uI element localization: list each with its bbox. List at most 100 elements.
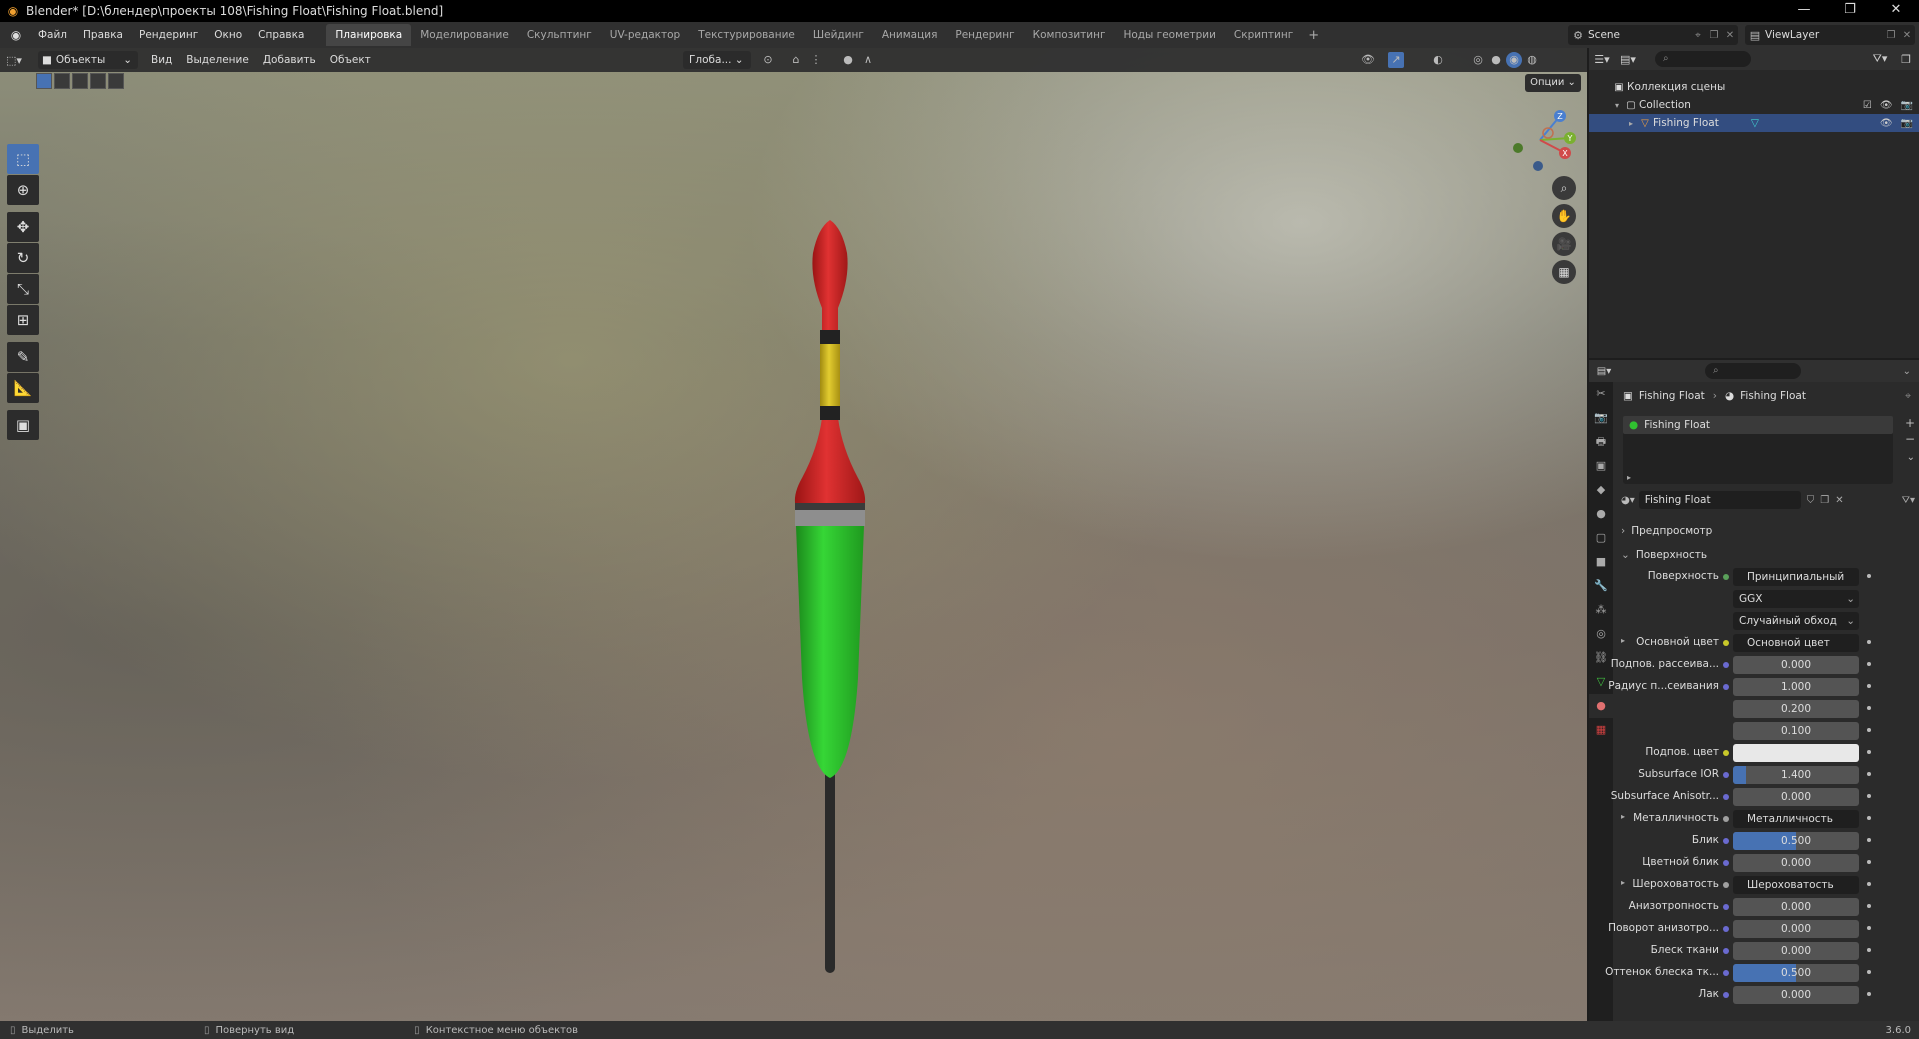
snap-target-icon[interactable]: ⋮ [808,52,824,68]
output-tab-icon[interactable]: 🖶 [1589,430,1613,454]
snap-icon[interactable]: ⌂ [788,52,804,68]
tab-rendering[interactable]: Рендеринг [946,24,1023,46]
camera-icon[interactable]: 📷 [1901,118,1913,129]
scene-selector[interactable]: ⚙ Scene ⌖ ❐ ✕ [1568,25,1738,45]
tab-geometry-nodes[interactable]: Ноды геометрии [1114,24,1224,46]
socket-icon[interactable] [1723,640,1729,646]
texture-tab-icon[interactable]: ▦ [1589,718,1613,742]
property-field[interactable]: 0.100 [1733,722,1859,740]
cursor-tool[interactable]: ⊕ [7,175,39,205]
browse-material-icon[interactable]: ◕▾ [1621,495,1635,506]
outliner-row-scene-collection[interactable]: ▣ Коллекция сцены [1589,78,1919,96]
pivot-icon[interactable]: ⊙ [760,52,776,68]
menu-object[interactable]: Объект [323,54,378,66]
outliner-row-fishing-float[interactable]: ▸ ▽ Fishing Float ▽ 👁 📷 [1589,114,1919,132]
property-field[interactable]: 1.400 [1733,766,1859,784]
filter-icon[interactable]: ⛛▾ [1867,52,1893,66]
color-swatch[interactable] [1733,744,1859,762]
minimize-button[interactable]: — [1781,0,1827,22]
keyframe-dot-icon[interactable] [1867,926,1871,930]
measure-tool[interactable]: 📐 [7,373,39,403]
menu-file[interactable]: Файл [30,24,75,46]
3d-viewport[interactable]: ⬚▾ ■ Объекты ⌄ Вид Выделение Добавить Об… [0,48,1587,1021]
tab-texture-paint[interactable]: Текстурирование [689,24,804,46]
remove-slot-icon[interactable]: − [1905,432,1915,446]
socket-icon[interactable] [1723,772,1729,778]
keyframe-dot-icon[interactable] [1867,992,1871,996]
transform-orientation-selector[interactable]: Глоба... ⌄ [683,51,751,69]
eye-icon[interactable]: 👁 [1880,100,1893,111]
menu-window[interactable]: Окно [206,24,250,46]
socket-icon[interactable] [1723,970,1729,976]
menu-select[interactable]: Выделение [179,54,256,66]
keyframe-dot-icon[interactable] [1867,684,1871,688]
property-field[interactable]: 0.000 [1733,942,1859,960]
checkbox-icon[interactable]: ☑ [1863,100,1872,111]
socket-icon[interactable] [1723,860,1729,866]
keyframe-dot-icon[interactable] [1867,706,1871,710]
socket-icon[interactable] [1723,904,1729,910]
transform-tool[interactable]: ⊞ [7,305,39,335]
keyframe-dot-icon[interactable] [1867,772,1871,776]
keyframe-dot-icon[interactable] [1867,882,1871,886]
duplicate-material-icon[interactable]: ❐ [1820,495,1829,506]
expand-arrow-icon[interactable]: ▸ [1621,636,1625,645]
add-workspace-icon[interactable]: + [1308,28,1319,43]
options-dropdown[interactable]: Опции ⌄ [1525,74,1581,92]
unlink-material-icon[interactable]: ✕ [1835,495,1843,506]
menu-view[interactable]: Вид [144,54,179,66]
particles-tab-icon[interactable]: ⁂ [1589,598,1613,622]
object-tab-icon[interactable]: ■ [1589,550,1613,574]
scene-name[interactable]: Scene [1588,29,1690,41]
new-view-layer-icon[interactable]: ❐ [1883,30,1899,41]
menu-help[interactable]: Справка [250,24,312,46]
outliner-editor-icon[interactable]: ☰▾ [1589,53,1615,66]
property-field[interactable]: 0.000 [1733,920,1859,938]
select-invert-icon[interactable] [90,73,106,89]
delete-scene-icon[interactable]: ✕ [1722,30,1738,41]
property-field[interactable]: 1.000 [1733,678,1859,696]
chevron-down-icon[interactable]: ⌄ [1907,452,1915,463]
keyframe-dot-icon[interactable] [1867,860,1871,864]
mode-selector[interactable]: ■ Объекты ⌄ [38,51,138,69]
scene-tab-icon[interactable]: ◆ [1589,478,1613,502]
constraints-tab-icon[interactable]: ⛓ [1589,646,1613,670]
select-subtract-icon[interactable] [72,73,88,89]
socket-icon[interactable] [1723,926,1729,932]
property-dropdown[interactable]: GGX ⌄ [1733,590,1859,608]
property-field[interactable]: 0.500 [1733,832,1859,850]
pan-hand-icon[interactable]: ✋ [1552,204,1576,228]
blender-menu-icon[interactable]: ◉ [8,27,24,43]
solid-shading-icon[interactable]: ● [1488,52,1504,68]
maximize-button[interactable]: ❐ [1827,0,1873,22]
new-collection-icon[interactable]: ❐ [1893,53,1919,66]
tab-layout[interactable]: Планировка [326,24,412,46]
collection-tab-icon[interactable]: ▢ [1589,526,1613,550]
tool-tab-icon[interactable]: ✂ [1589,382,1613,406]
material-shading-icon[interactable]: ◉ [1506,52,1522,68]
keyframe-dot-icon[interactable] [1867,574,1871,578]
keyframe-dot-icon[interactable] [1867,662,1871,666]
expand-arrow-icon[interactable]: ▸ [1589,119,1637,128]
camera-view-icon[interactable]: 🎥 [1552,232,1576,256]
display-mode-icon[interactable]: ▤▾ [1615,53,1641,66]
perspective-toggle-icon[interactable]: ▦ [1552,260,1576,284]
add-slot-icon[interactable]: + [1905,416,1915,430]
socket-icon[interactable] [1723,838,1729,844]
filter-icon[interactable]: ⛛▾ [1902,495,1915,506]
tab-modeling[interactable]: Моделирование [411,24,518,46]
expand-arrow-icon[interactable]: ▸ [1621,812,1625,821]
overlays-icon[interactable]: ◐ [1430,52,1446,68]
socket-icon[interactable] [1723,684,1729,690]
material-slot-row[interactable]: ● Fishing Float [1623,416,1893,434]
keyframe-dot-icon[interactable] [1867,640,1871,644]
close-button[interactable]: ✕ [1873,0,1919,22]
panel-surface-header[interactable]: ⌄ Поверхность [1615,544,1919,566]
property-field[interactable]: 0.000 [1733,656,1859,674]
scale-tool[interactable]: ⤡ [7,274,39,304]
pin-icon[interactable]: ⌖ [1905,390,1911,403]
expand-arrow-icon[interactable]: ▸ [1621,878,1625,887]
property-field[interactable]: Принципиальный BSDF [1733,568,1859,586]
property-field[interactable]: Основной цвет [1733,634,1859,652]
keyframe-dot-icon[interactable] [1867,816,1871,820]
